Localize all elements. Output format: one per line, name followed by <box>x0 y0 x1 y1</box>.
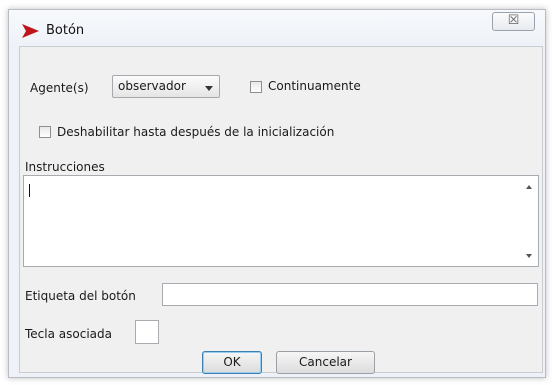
close-button[interactable]: ☒ <box>492 12 535 31</box>
instructions-label: Instrucciones <box>25 160 105 174</box>
scroll-down-icon[interactable] <box>526 254 532 258</box>
button-label-label: Etiqueta del botón <box>25 289 136 303</box>
button-label-input[interactable] <box>162 283 538 306</box>
cancel-button[interactable]: Cancelar <box>276 351 375 374</box>
hotkey-label: Tecla asociada <box>25 327 112 341</box>
close-icon: ☒ <box>507 13 520 28</box>
agents-dropdown[interactable]: observador <box>112 75 220 98</box>
window-title: Botón <box>46 23 85 38</box>
agents-label: Agente(s) <box>30 81 89 95</box>
dialog-content: Agente(s) observador Continuamente Desha… <box>19 46 543 374</box>
text-caret <box>29 184 30 197</box>
ok-button[interactable]: OK <box>202 351 262 374</box>
dialog-window: Botón ☒ Agente(s) observador Continuamen… <box>8 9 546 378</box>
instructions-textarea[interactable] <box>23 175 539 267</box>
title-bar: Botón ☒ <box>9 10 545 46</box>
instructions-scrollbar[interactable] <box>521 176 538 266</box>
scroll-up-icon[interactable] <box>526 185 532 189</box>
hotkey-input[interactable] <box>135 320 159 344</box>
red-arrow-icon <box>22 24 39 38</box>
agents-selected-value: observador <box>118 79 186 93</box>
continuous-label: Continuamente <box>268 79 361 93</box>
continuous-checkbox[interactable] <box>250 81 262 93</box>
disable-until-init-checkbox[interactable] <box>39 126 51 138</box>
chevron-down-icon <box>205 86 213 91</box>
disable-until-init-label: Deshabilitar hasta después de la inicial… <box>57 125 335 139</box>
